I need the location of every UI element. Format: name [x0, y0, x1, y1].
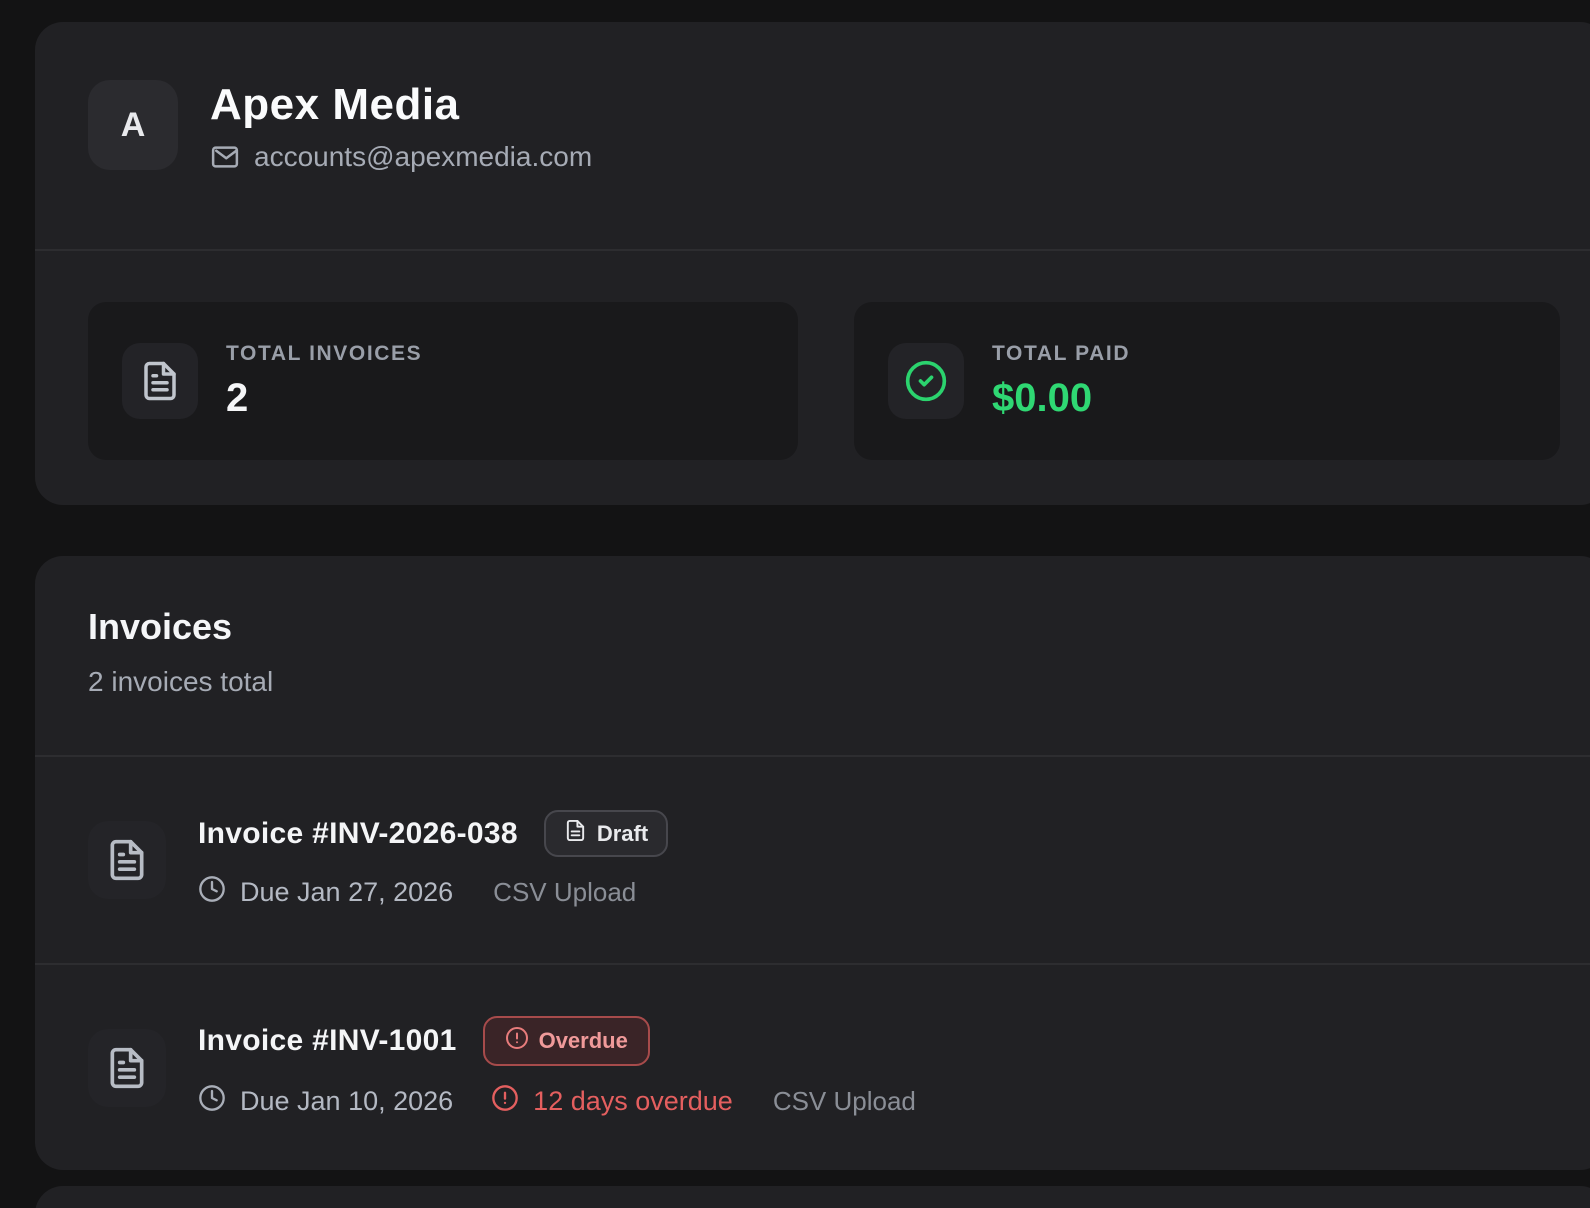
invoice-source-label: CSV Upload [493, 877, 636, 908]
client-identity: Apex Media accounts@apexmedia.com [210, 80, 592, 173]
invoices-subheading: 2 invoices total [88, 666, 273, 698]
stat-total-paid: TOTAL PAID $0.00 [854, 302, 1560, 460]
stat-value: 2 [226, 376, 422, 421]
next-card-peek [35, 1186, 1590, 1208]
file-text-icon [88, 821, 166, 899]
overdue-label: 12 days overdue [533, 1086, 733, 1117]
invoices-heading: Invoices [88, 606, 232, 648]
invoice-row-content: Invoice #INV-1001 Overdue [198, 1016, 916, 1119]
stats-row: TOTAL INVOICES 2 TOTAL PAID $0.00 [88, 302, 1560, 460]
due-date-label: Due Jan 10, 2026 [240, 1086, 453, 1117]
check-circle-icon [888, 343, 964, 419]
invoice-source-label: CSV Upload [773, 1086, 916, 1117]
stat-total-invoices: TOTAL INVOICES 2 [88, 302, 798, 460]
file-text-icon [88, 1029, 166, 1107]
overdue-status-badge: Overdue [483, 1016, 650, 1066]
alert-circle-icon [505, 1026, 529, 1056]
badge-label: Overdue [539, 1028, 628, 1054]
invoice-row[interactable]: Invoice #INV-1001 Overdue [35, 965, 1590, 1170]
badge-label: Draft [597, 821, 648, 847]
mail-icon [210, 142, 240, 172]
clock-icon [198, 875, 226, 910]
clock-icon [198, 1084, 226, 1119]
invoice-row[interactable]: Invoice #INV-2026-038 Draft [35, 757, 1590, 963]
client-email-row: accounts@apexmedia.com [210, 141, 592, 173]
file-text-icon [564, 819, 587, 848]
stat-label: TOTAL PAID [992, 342, 1130, 366]
alert-circle-icon [491, 1084, 519, 1119]
due-date: Due Jan 27, 2026 [198, 875, 453, 910]
header-divider [35, 249, 1590, 251]
stat-label: TOTAL INVOICES [226, 342, 422, 366]
due-date-label: Due Jan 27, 2026 [240, 877, 453, 908]
draft-status-badge: Draft [544, 810, 668, 857]
client-detail-page: { "client_card": { "avatar_initial": "A"… [0, 0, 1590, 1208]
client-name: Apex Media [210, 80, 592, 129]
client-email: accounts@apexmedia.com [254, 141, 592, 173]
avatar: A [88, 80, 178, 170]
client-summary-card: A Apex Media accounts@apexmedia.com [35, 22, 1590, 505]
invoice-title: Invoice #INV-2026-038 [198, 817, 518, 851]
client-header: A Apex Media accounts@apexmedia.com [88, 80, 592, 173]
overdue-indicator: 12 days overdue [491, 1084, 733, 1119]
stat-text: TOTAL INVOICES 2 [226, 342, 422, 421]
invoice-row-content: Invoice #INV-2026-038 Draft [198, 810, 668, 910]
invoice-title: Invoice #INV-1001 [198, 1024, 457, 1058]
invoices-card: Invoices 2 invoices total Invoice #INV-2… [35, 556, 1590, 1170]
stat-text: TOTAL PAID $0.00 [992, 342, 1130, 421]
due-date: Due Jan 10, 2026 [198, 1084, 453, 1119]
file-text-icon [122, 343, 198, 419]
stat-value: $0.00 [992, 376, 1130, 421]
